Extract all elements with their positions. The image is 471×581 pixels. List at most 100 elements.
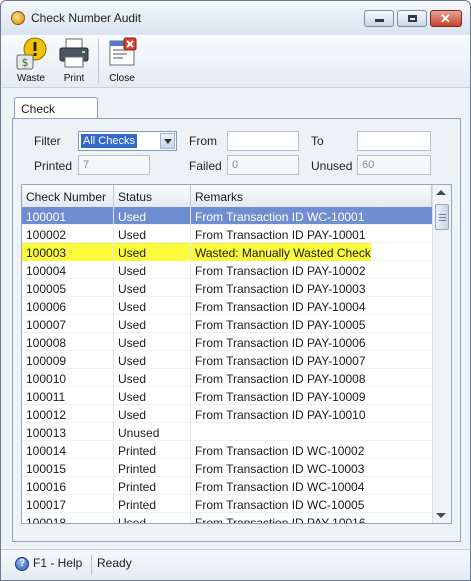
table-row[interactable]: 100016 Printed From Transaction ID WC-1000…: [22, 477, 432, 495]
maximize-icon: [408, 15, 417, 22]
chevron-down-icon[interactable]: [160, 133, 175, 149]
cell-status: Printed: [114, 459, 191, 477]
to-field[interactable]: [357, 131, 431, 151]
waste-icon: $: [16, 37, 47, 70]
table-row[interactable]: 100004 Used From Transaction ID PAY-10002: [22, 261, 432, 279]
table-row[interactable]: 100010 Used From Transaction ID PAY-10008: [22, 369, 432, 387]
cell-remarks: From Transaction ID PAY-10010: [195, 408, 366, 422]
window-close-button[interactable]: ✕: [430, 10, 462, 27]
close-button[interactable]: Close: [105, 35, 139, 87]
cell-remarks: From Transaction ID WC-10005: [195, 498, 365, 512]
table-row[interactable]: 100005 Used From Transaction ID PAY-10003: [22, 279, 432, 297]
table-row[interactable]: 100007 Used From Transaction ID PAY-10005: [22, 315, 432, 333]
toolbar: $ Waste Print Close: [1, 35, 470, 88]
cell-check-number: 100009: [22, 351, 114, 369]
cell-check-number: 100015: [22, 459, 114, 477]
table-row[interactable]: 100011 Used From Transaction ID PAY-10009: [22, 387, 432, 405]
table-row[interactable]: 100017 Printed From Transaction ID WC-1000…: [22, 495, 432, 513]
cell-status: Unused: [114, 423, 191, 441]
tab-check-numbers[interactable]: Check Numbers: [14, 97, 98, 130]
cell-check-number: 100004: [22, 261, 114, 279]
cell-check-number: 100001: [22, 207, 114, 225]
minimize-button[interactable]: [364, 10, 394, 27]
table-row[interactable]: 100012 Used From Transaction ID PAY-10010: [22, 405, 432, 423]
table-row[interactable]: 100014 Printed From Transaction ID WC-1000…: [22, 441, 432, 459]
cell-status: Used: [114, 207, 191, 225]
status-separator: [91, 555, 92, 575]
cell-status: Printed: [114, 441, 191, 459]
from-label: From: [189, 134, 217, 148]
cell-remarks: From Transaction ID PAY-10001: [195, 228, 366, 242]
filter-label: Filter: [34, 134, 61, 148]
title-bar[interactable]: Check Number Audit ✕: [1, 1, 470, 35]
cell-remarks: Wasted: Manually Wasted Check: [191, 243, 371, 261]
cell-remarks: From Transaction ID PAY-10016: [195, 516, 366, 524]
unused-label: Unused: [311, 159, 353, 173]
cell-check-number: 100017: [22, 495, 114, 513]
cell-status: Used: [114, 225, 191, 243]
cell-check-number: 100005: [22, 279, 114, 297]
maximize-button[interactable]: [397, 10, 427, 27]
grid-header: Check Number Status Remarks: [22, 185, 432, 208]
cell-remarks: From Transaction ID PAY-10002: [195, 264, 366, 278]
cell-status: Used: [114, 297, 191, 315]
cell-check-number: 100011: [22, 387, 114, 405]
cell-remarks: From Transaction ID PAY-10005: [195, 318, 366, 332]
column-header-status[interactable]: Status: [114, 185, 191, 207]
cell-check-number: 100018: [22, 513, 114, 523]
print-button[interactable]: Print: [57, 35, 91, 87]
table-row[interactable]: 100009 Used From Transaction ID PAY-10007: [22, 351, 432, 369]
cell-status: Used: [114, 261, 191, 279]
unused-field: 60: [357, 155, 431, 175]
check-number-audit-window: Check Number Audit ✕ $ Waste Print Close…: [0, 0, 471, 581]
cell-check-number: 100007: [22, 315, 114, 333]
table-row[interactable]: 100013 Unused: [22, 423, 432, 441]
cell-status: Used: [114, 387, 191, 405]
cell-remarks: From Transaction ID PAY-10007: [195, 354, 366, 368]
check-numbers-grid[interactable]: Check Number Status Remarks 100001 Used Fr…: [21, 184, 452, 524]
from-field[interactable]: [227, 131, 299, 151]
waste-label: Waste: [17, 73, 45, 84]
toolbar-separator: [98, 39, 99, 83]
cell-check-number: 100013: [22, 423, 114, 441]
close-window-icon: [109, 37, 137, 66]
cell-check-number: 100012: [22, 405, 114, 423]
minimize-icon: [375, 19, 384, 22]
printed-label: Printed: [34, 159, 73, 173]
printed-field: 7: [78, 155, 150, 175]
table-row[interactable]: 100008 Used From Transaction ID PAY-10006: [22, 333, 432, 351]
column-header-check-number[interactable]: Check Number: [22, 185, 114, 207]
help-label[interactable]: F1 - Help: [33, 556, 82, 570]
cell-check-number: 100016: [22, 477, 114, 495]
table-row[interactable]: 100002 Used From Transaction ID PAY-10001: [22, 225, 432, 243]
cell-remarks: From Transaction ID WC-10004: [195, 480, 365, 494]
table-row[interactable]: 100006 Used From Transaction ID PAY-10004: [22, 297, 432, 315]
help-icon: ?: [15, 557, 29, 571]
cell-status: Used: [114, 405, 191, 423]
table-row[interactable]: 100001 Used From Transaction ID WC-10001: [22, 207, 432, 225]
close-icon: ✕: [440, 11, 451, 26]
cell-status: Used: [114, 279, 191, 297]
scroll-thumb[interactable]: [435, 204, 449, 230]
cell-status: Used: [114, 333, 191, 351]
scroll-up-icon[interactable]: [436, 190, 446, 195]
cell-remarks: From Transaction ID PAY-10009: [195, 390, 366, 404]
cell-status: Used: [114, 351, 191, 369]
column-header-remarks[interactable]: Remarks: [191, 185, 432, 207]
table-row[interactable]: 100018 Used From Transaction ID PAY-10016: [22, 513, 432, 524]
failed-field: 0: [227, 155, 299, 175]
cell-remarks: From Transaction ID WC-10002: [195, 444, 365, 458]
cell-remarks: From Transaction ID PAY-10006: [195, 336, 366, 350]
waste-button[interactable]: $ Waste: [15, 35, 47, 87]
scroll-down-icon[interactable]: [436, 513, 446, 518]
cell-status: Used: [114, 369, 191, 387]
cell-remarks: From Transaction ID WC-10001: [195, 210, 365, 224]
cell-check-number: 100014: [22, 441, 114, 459]
filter-select[interactable]: All Checks: [78, 131, 177, 151]
cell-status: Printed: [114, 495, 191, 513]
table-row[interactable]: 100015 Printed From Transaction ID WC-1000…: [22, 459, 432, 477]
vertical-scrollbar[interactable]: [432, 185, 451, 523]
cell-check-number: 100008: [22, 333, 114, 351]
table-row[interactable]: 100003 Used Wasted: Manually Wasted Check: [22, 243, 432, 261]
app-icon: [11, 11, 25, 25]
